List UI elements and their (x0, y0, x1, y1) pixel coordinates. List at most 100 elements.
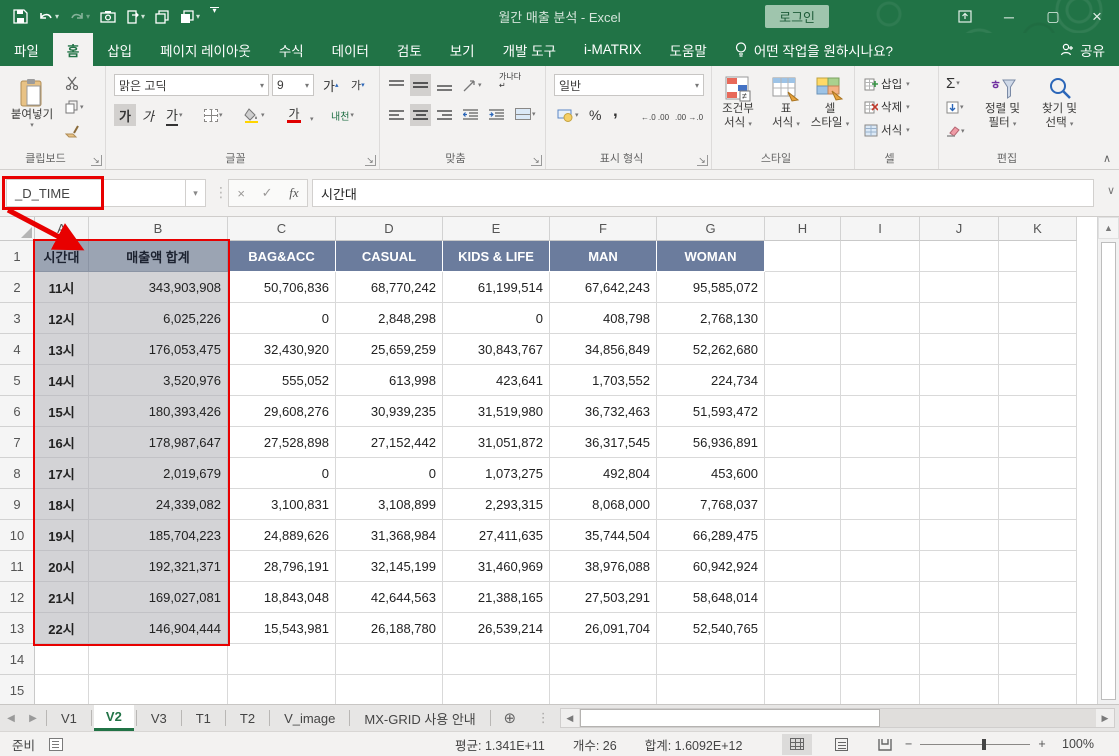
cell-H7[interactable] (765, 427, 841, 458)
cell-F7[interactable]: 36,317,545 (550, 427, 657, 458)
cell-E7[interactable]: 31,051,872 (443, 427, 550, 458)
zoom-in-button[interactable]: + (1038, 737, 1045, 751)
cell-C13[interactable]: 15,543,981 (228, 613, 336, 644)
vertical-scrollbar[interactable]: ▲ (1097, 217, 1119, 704)
cell-G14[interactable] (657, 644, 765, 675)
scroll-right-icon[interactable]: ▶ (1096, 709, 1114, 727)
cell-I1[interactable] (841, 241, 920, 272)
cell-C1[interactable]: BAG&ACC (228, 241, 336, 272)
cell-A3[interactable]: 12시 (35, 303, 89, 334)
cell-B10[interactable]: 185,704,223 (89, 520, 228, 551)
orientation-button[interactable]: ▾ (460, 74, 485, 96)
underline-button[interactable]: 가 ▾ (163, 104, 185, 126)
cell-C2[interactable]: 50,706,836 (228, 272, 336, 303)
number-format-combo[interactable]: 일반 ▾ (554, 74, 704, 96)
cell-E13[interactable]: 26,539,214 (443, 613, 550, 644)
bold-button[interactable]: 가 (114, 104, 136, 126)
cell-C5[interactable]: 555,052 (228, 365, 336, 396)
font-dialog-launcher[interactable]: ↘ (365, 155, 376, 166)
delete-cells-button[interactable]: 삭제 ▾ (861, 96, 913, 118)
borders-button[interactable]: ▾ (201, 104, 226, 126)
italic-button[interactable]: 가 (139, 104, 157, 126)
cell-J14[interactable] (920, 644, 999, 675)
cell-I14[interactable] (841, 644, 920, 675)
cell-H10[interactable] (765, 520, 841, 551)
cell-G7[interactable]: 56,936,891 (657, 427, 765, 458)
cell-F6[interactable]: 36,732,463 (550, 396, 657, 427)
cell-B2[interactable]: 343,903,908 (89, 272, 228, 303)
add-sheet-button[interactable]: ⊕ (493, 705, 527, 731)
cell-I3[interactable] (841, 303, 920, 334)
cell-D14[interactable] (336, 644, 443, 675)
cell-I4[interactable] (841, 334, 920, 365)
cell-D15[interactable] (336, 675, 443, 704)
align-bottom-button[interactable] (434, 74, 455, 96)
cell-A2[interactable]: 11시 (35, 272, 89, 303)
cell-B8[interactable]: 2,019,679 (89, 458, 228, 489)
cell-H2[interactable] (765, 272, 841, 303)
cell-B4[interactable]: 176,053,475 (89, 334, 228, 365)
cell-E3[interactable]: 0 (443, 303, 550, 334)
grow-font-button[interactable]: 가 ▴ (320, 74, 341, 96)
cell-J8[interactable] (920, 458, 999, 489)
cell-D2[interactable]: 68,770,242 (336, 272, 443, 303)
conditional-formatting-button[interactable]: ≠ 조건부 서식 ▾ (714, 70, 762, 131)
cell-F13[interactable]: 26,091,704 (550, 613, 657, 644)
cell-styles-button[interactable]: 셀 스타일 ▾ (808, 70, 852, 131)
macro-record-icon[interactable] (49, 737, 64, 751)
name-box-caret[interactable]: ▾ (186, 179, 206, 207)
row-header-13[interactable]: 13 (0, 613, 35, 644)
column-header-G[interactable]: G (657, 217, 765, 241)
fill-color-button[interactable]: ▾ (241, 104, 268, 126)
qat-customize-button[interactable]: ▾ (207, 5, 222, 29)
ribbon-tab-데이터[interactable]: 데이터 (318, 33, 383, 66)
format-painter-button[interactable] (62, 120, 83, 142)
cell-I2[interactable] (841, 272, 920, 303)
row-header-3[interactable]: 3 (0, 303, 35, 334)
cell-I6[interactable] (841, 396, 920, 427)
sheet-nav-right-icon[interactable]: ▶ (22, 705, 44, 731)
cell-J7[interactable] (920, 427, 999, 458)
cell-H4[interactable] (765, 334, 841, 365)
column-header-A[interactable]: A (35, 217, 89, 241)
cell-A8[interactable]: 17시 (35, 458, 89, 489)
select-all-corner[interactable] (0, 217, 35, 241)
cell-K14[interactable] (999, 644, 1077, 675)
align-top-button[interactable] (386, 74, 407, 96)
column-header-H[interactable]: H (765, 217, 841, 241)
expand-formula-bar-icon[interactable]: ∨ (1107, 184, 1115, 197)
cell-F3[interactable]: 408,798 (550, 303, 657, 334)
cell-G15[interactable] (657, 675, 765, 704)
row-header-2[interactable]: 2 (0, 272, 35, 303)
zoom-out-button[interactable]: − (905, 737, 912, 751)
zoom-slider[interactable] (920, 738, 1031, 750)
font-color-button[interactable]: 가 (284, 104, 304, 126)
cell-K3[interactable] (999, 303, 1077, 334)
zoom-slider-thumb[interactable] (982, 738, 987, 750)
cell-H11[interactable] (765, 551, 841, 582)
cell-A5[interactable]: 14시 (35, 365, 89, 396)
ribbon-tab-수식[interactable]: 수식 (265, 33, 318, 66)
cell-K11[interactable] (999, 551, 1077, 582)
cell-A14[interactable] (35, 644, 89, 675)
cell-A1[interactable]: 시간대 (35, 241, 89, 272)
cell-K5[interactable] (999, 365, 1077, 396)
cell-H8[interactable] (765, 458, 841, 489)
cell-E1[interactable]: KIDS & LIFE (443, 241, 550, 272)
cell-F1[interactable]: MAN (550, 241, 657, 272)
row-header-4[interactable]: 4 (0, 334, 35, 365)
sheet-tab-T1[interactable]: T1 (184, 705, 223, 731)
insert-cells-button[interactable]: 삽입 ▾ (861, 73, 913, 95)
cell-F10[interactable]: 35,744,504 (550, 520, 657, 551)
increase-indent-button[interactable] (486, 104, 507, 126)
cell-G8[interactable]: 453,600 (657, 458, 765, 489)
cell-K10[interactable] (999, 520, 1077, 551)
cell-F12[interactable]: 27,503,291 (550, 582, 657, 613)
login-button[interactable]: 로그인 (765, 5, 829, 28)
cell-G2[interactable]: 95,585,072 (657, 272, 765, 303)
copy-sheet-icon[interactable] (152, 5, 173, 29)
cell-H9[interactable] (765, 489, 841, 520)
insert-function-button[interactable]: fx (289, 185, 298, 201)
cell-J13[interactable] (920, 613, 999, 644)
cell-F15[interactable] (550, 675, 657, 704)
